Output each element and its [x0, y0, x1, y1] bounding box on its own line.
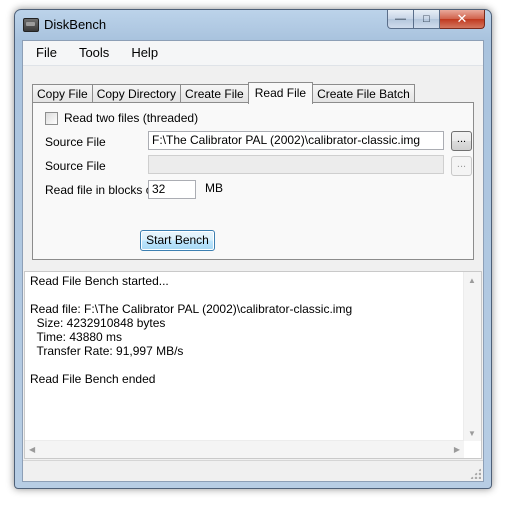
menu-tools[interactable]: Tools — [66, 41, 118, 65]
source-file-input-1[interactable]: F:\The Calibrator PAL (2002)\calibrator-… — [148, 131, 444, 150]
blocks-label: Read file in blocks of — [45, 183, 156, 197]
start-bench-button[interactable]: Start Bench — [140, 230, 215, 251]
log-line: Read file: F:\The Calibrator PAL (2002)\… — [30, 302, 353, 316]
tab-strip: Copy File Copy Directory Create File Rea… — [32, 81, 415, 104]
source-file-label-1: Source File — [45, 135, 106, 149]
browse-button-2: ... — [451, 156, 472, 176]
log-line: Size: 4232910848 bytes — [30, 316, 166, 330]
caption-buttons: — □ ✕ — [387, 10, 485, 29]
menu-file[interactable]: File — [23, 41, 66, 65]
title-bar[interactable]: DiskBench — □ ✕ — [15, 10, 491, 40]
tab-create-file[interactable]: Create File — [180, 84, 249, 103]
browse-button-1[interactable]: ... — [451, 131, 472, 151]
status-bar — [23, 460, 483, 481]
menu-bar: File Tools Help — [23, 41, 483, 66]
source-file-input-2 — [148, 155, 444, 174]
scroll-right-icon[interactable]: ▶ — [454, 445, 460, 454]
close-button[interactable]: ✕ — [440, 10, 485, 29]
maximize-icon: □ — [423, 13, 430, 25]
minimize-button[interactable]: — — [387, 10, 414, 29]
block-size-unit: MB — [205, 181, 223, 195]
menu-help[interactable]: Help — [118, 41, 167, 65]
scroll-up-icon[interactable]: ▲ — [468, 276, 476, 285]
maximize-button[interactable]: □ — [414, 10, 440, 29]
window-title: DiskBench — [44, 17, 107, 32]
tab-read-file[interactable]: Read File — [247, 82, 314, 104]
two-files-checkbox[interactable] — [45, 111, 58, 125]
scroll-down-icon[interactable]: ▼ — [468, 429, 476, 438]
resize-grip-icon[interactable] — [470, 468, 481, 479]
source-file-label-2: Source File — [45, 159, 106, 173]
minimize-icon: — — [395, 13, 406, 25]
horizontal-scrollbar[interactable]: ◀ ▶ — [25, 440, 464, 458]
log-line: Transfer Rate: 91,997 MB/s — [30, 344, 184, 358]
vertical-scrollbar[interactable]: ▲ ▼ — [463, 272, 481, 441]
client-area: File Tools Help Copy File Copy Directory… — [22, 40, 484, 482]
two-files-label: Read two files (threaded) — [64, 111, 199, 125]
tab-copy-directory[interactable]: Copy Directory — [91, 84, 182, 103]
tab-copy-file[interactable]: Copy File — [32, 84, 93, 103]
close-icon: ✕ — [456, 11, 468, 26]
log-line: Read File Bench started... — [30, 274, 169, 288]
log-line: Read File Bench ended — [30, 372, 156, 386]
tab-create-file-batch[interactable]: Create File Batch — [312, 84, 415, 103]
block-size-input[interactable]: 32 — [148, 180, 196, 199]
scroll-left-icon[interactable]: ◀ — [29, 445, 35, 454]
log-output[interactable]: Read File Bench started... Read file: F:… — [24, 271, 482, 459]
read-file-panel: Read two files (threaded) Source File F:… — [32, 102, 474, 260]
log-line: Time: 43880 ms — [30, 330, 123, 344]
two-files-option[interactable]: Read two files (threaded) — [45, 111, 198, 125]
app-icon[interactable] — [23, 18, 39, 32]
app-window: DiskBench — □ ✕ File Tools Help Copy Fil… — [14, 9, 492, 489]
